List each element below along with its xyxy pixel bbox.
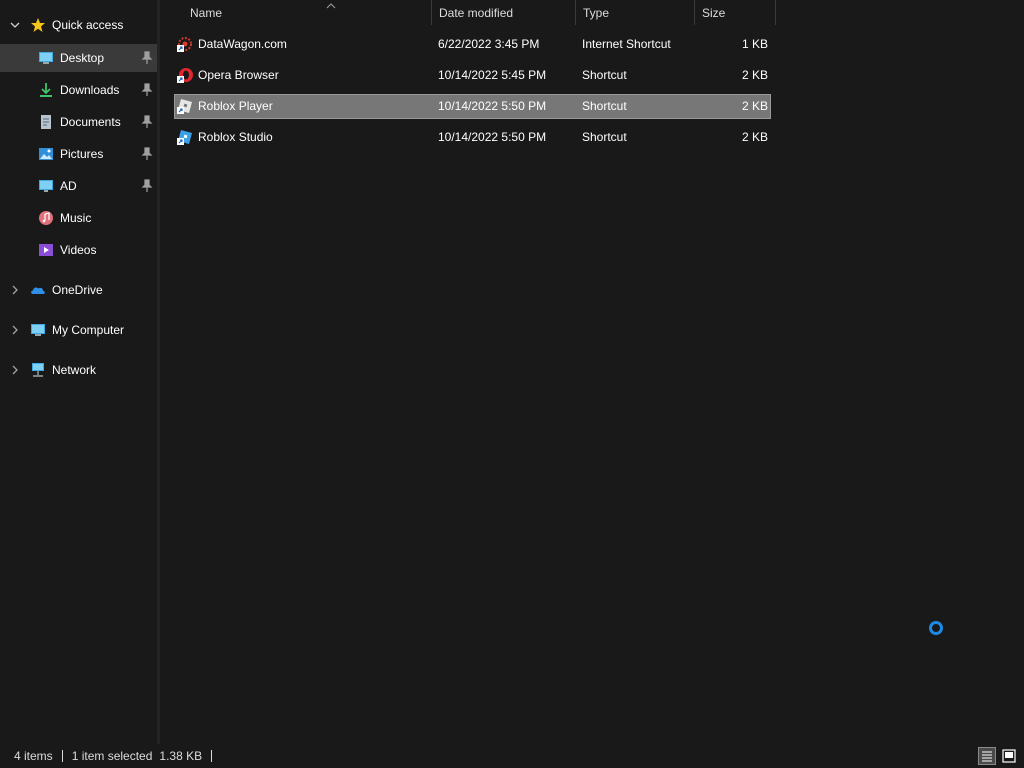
nav-item-downloads[interactable]: Downloads bbox=[0, 76, 157, 104]
nav-label: My Computer bbox=[52, 323, 125, 337]
file-type: Shortcut bbox=[582, 99, 627, 113]
column-header-size[interactable]: Size bbox=[695, 0, 776, 25]
file-type: Shortcut bbox=[582, 130, 627, 144]
downloads-icon bbox=[38, 82, 54, 98]
nav-quick-access[interactable]: Quick access bbox=[0, 11, 157, 39]
file-row-selected[interactable]: Roblox Player 10/14/2022 5:50 PM Shortcu… bbox=[174, 94, 771, 119]
nav-label: OneDrive bbox=[52, 283, 103, 297]
nav-item-documents[interactable]: Documents bbox=[0, 108, 157, 136]
nav-label: Downloads bbox=[60, 83, 120, 97]
desktop-icon bbox=[38, 50, 54, 66]
pin-icon[interactable] bbox=[141, 147, 153, 161]
chevron-right-icon[interactable] bbox=[8, 363, 22, 377]
file-row[interactable]: DataWagon.com 6/22/2022 3:45 PM Internet… bbox=[174, 32, 771, 57]
pin-icon[interactable] bbox=[141, 115, 153, 129]
music-icon bbox=[38, 210, 54, 226]
chevron-down-icon[interactable] bbox=[8, 18, 22, 32]
file-size: 2 KB bbox=[741, 68, 768, 82]
nav-network[interactable]: Network bbox=[0, 356, 157, 384]
nav-item-videos[interactable]: Videos bbox=[0, 236, 157, 264]
pin-icon[interactable] bbox=[141, 51, 153, 65]
nav-label: Pictures bbox=[60, 147, 104, 161]
nav-onedrive[interactable]: OneDrive bbox=[0, 276, 157, 304]
nav-my-computer[interactable]: My Computer bbox=[0, 316, 157, 344]
nav-label: Videos bbox=[60, 243, 97, 257]
column-header-label: Date modified bbox=[439, 5, 514, 20]
file-date: 10/14/2022 5:50 PM bbox=[438, 99, 547, 113]
column-header-label: Size bbox=[702, 5, 726, 20]
status-selection-size: 1.38 KB bbox=[159, 749, 203, 763]
sort-up-icon bbox=[326, 0, 336, 12]
status-bar: 4 items 1 item selected 1.38 KB bbox=[0, 744, 1024, 768]
file-row[interactable]: Roblox Studio 10/14/2022 5:50 PM Shortcu… bbox=[174, 125, 771, 150]
details-view-icon bbox=[982, 751, 992, 762]
column-header-date[interactable]: Date modified bbox=[432, 0, 576, 25]
nav-label: AD bbox=[60, 179, 77, 193]
pin-icon[interactable] bbox=[141, 179, 153, 193]
file-date: 10/14/2022 5:50 PM bbox=[438, 130, 547, 144]
computer-icon bbox=[30, 322, 46, 338]
status-divider bbox=[211, 750, 213, 762]
pin-icon[interactable] bbox=[141, 83, 153, 97]
nav-label: Network bbox=[52, 363, 97, 377]
busy-cursor-icon bbox=[929, 621, 943, 635]
nav-label: Quick access bbox=[52, 18, 124, 32]
file-name: Roblox Studio bbox=[198, 130, 273, 144]
file-type: Internet Shortcut bbox=[582, 37, 671, 51]
file-name: Opera Browser bbox=[198, 68, 279, 82]
network-icon bbox=[30, 362, 46, 378]
file-name: DataWagon.com bbox=[198, 37, 287, 51]
file-row[interactable]: Opera Browser 10/14/2022 5:45 PM Shortcu… bbox=[174, 63, 771, 88]
column-header-label: Name bbox=[190, 5, 223, 20]
datawagon-icon bbox=[177, 36, 193, 52]
nav-item-ad[interactable]: AD bbox=[0, 172, 157, 200]
nav-label: Documents bbox=[60, 115, 121, 129]
nav-item-desktop[interactable]: Desktop bbox=[0, 44, 157, 72]
status-divider bbox=[61, 750, 63, 762]
details-view-button[interactable] bbox=[978, 747, 996, 765]
monitor-icon bbox=[38, 178, 54, 194]
roblox-player-icon bbox=[177, 98, 193, 114]
file-size: 2 KB bbox=[741, 99, 768, 113]
column-header-name[interactable]: Name bbox=[183, 0, 432, 25]
nav-item-pictures[interactable]: Pictures bbox=[0, 140, 157, 168]
star-icon bbox=[30, 17, 46, 33]
documents-icon bbox=[38, 114, 54, 130]
column-header-label: Type bbox=[583, 5, 610, 20]
navigation-pane: Quick access Desktop Downloads Documents bbox=[0, 0, 158, 744]
nav-item-music[interactable]: Music bbox=[0, 204, 157, 232]
file-type: Shortcut bbox=[582, 68, 627, 82]
chevron-right-icon[interactable] bbox=[8, 323, 22, 337]
pictures-icon bbox=[38, 146, 54, 162]
file-name: Roblox Player bbox=[198, 99, 273, 113]
file-list-pane: Name Date modified Type Size DataWagon.c… bbox=[160, 0, 1024, 744]
videos-icon bbox=[38, 242, 54, 258]
onedrive-icon bbox=[30, 282, 46, 298]
nav-label: Desktop bbox=[60, 51, 105, 65]
file-date: 6/22/2022 3:45 PM bbox=[438, 37, 540, 51]
roblox-studio-icon bbox=[177, 129, 193, 145]
status-item-count: 4 items bbox=[14, 749, 53, 763]
nav-label: Music bbox=[60, 211, 92, 225]
column-header-type[interactable]: Type bbox=[576, 0, 695, 25]
file-size: 1 KB bbox=[741, 37, 768, 51]
large-icons-view-icon bbox=[1002, 749, 1016, 763]
status-selection: 1 item selected bbox=[71, 749, 153, 763]
chevron-right-icon[interactable] bbox=[8, 283, 22, 297]
opera-icon bbox=[177, 67, 193, 83]
file-date: 10/14/2022 5:45 PM bbox=[438, 68, 547, 82]
large-icons-view-button[interactable] bbox=[1000, 747, 1018, 765]
file-size: 2 KB bbox=[741, 130, 768, 144]
